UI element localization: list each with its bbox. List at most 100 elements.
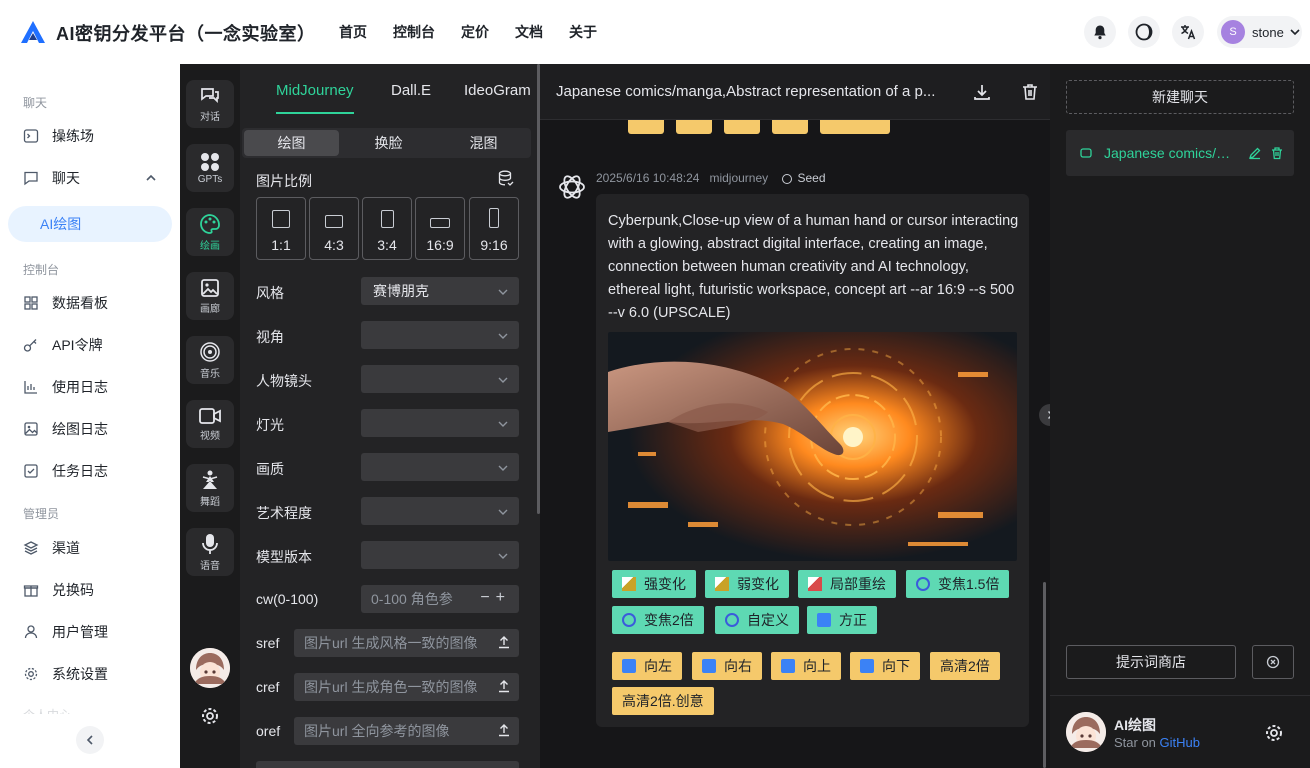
upload-icon[interactable] — [497, 679, 511, 693]
anime-avatar-icon — [190, 648, 230, 688]
sidebar-item-api-token[interactable]: API令牌 — [8, 327, 172, 363]
mode-faceswap[interactable]: 换脸 — [341, 128, 436, 158]
action-weak-variation[interactable]: 弱变化 — [705, 570, 789, 598]
action-pan-left[interactable]: 向左 — [612, 652, 682, 680]
action-make-square[interactable]: 方正 — [807, 606, 877, 634]
ratio-1-1[interactable]: 1:1 — [256, 197, 306, 260]
notification-button[interactable] — [1084, 16, 1116, 48]
rail-gallery[interactable]: 画廊 — [186, 272, 234, 320]
action-strong-variation[interactable]: 强变化 — [612, 570, 696, 598]
generated-image[interactable] — [608, 332, 1017, 561]
rail-music[interactable]: 音乐 — [186, 336, 234, 384]
chevron-down-icon — [498, 377, 508, 383]
rail-video[interactable]: 视频 — [186, 400, 234, 448]
video-camera-icon — [199, 407, 221, 424]
mode-switch: 绘图 换脸 混图 — [242, 128, 531, 158]
ratio-4-3[interactable]: 4:3 — [309, 197, 359, 260]
action-zoom-1-5x[interactable]: 变焦1.5倍 — [906, 570, 1010, 598]
cref-input[interactable]: 图片url 生成角色一致的图像 — [294, 673, 519, 701]
sidebar-item-ai-drawing[interactable]: AI绘图 — [8, 206, 172, 242]
sidebar-item-settings[interactable]: 系统设置 — [8, 656, 172, 692]
cw-input[interactable]: 0-100 角色参 −+ — [361, 585, 519, 613]
light-label: 灯光 — [256, 417, 284, 433]
sidebar-item-usage-log[interactable]: 使用日志 — [8, 369, 172, 405]
ratio-9-16[interactable]: 9:16 — [469, 197, 519, 260]
close-circle-icon — [1266, 655, 1280, 669]
stepper-minus-plus[interactable]: −+ — [480, 589, 511, 607]
ratio-shape — [430, 218, 450, 228]
action-custom-zoom[interactable]: 自定义 — [715, 606, 799, 634]
ratio-16-9[interactable]: 16:9 — [415, 197, 465, 260]
rail-drawing[interactable]: 绘画 — [186, 208, 234, 256]
magnifier-icon — [725, 613, 739, 627]
rail-voice[interactable]: 语音 — [186, 528, 234, 576]
nav-console[interactable]: 控制台 — [393, 22, 435, 42]
sidebar-item-task-log[interactable]: 任务日志 — [8, 453, 172, 489]
github-link[interactable]: GitHub — [1160, 735, 1200, 750]
action-pan-up[interactable]: 向上 — [771, 652, 841, 680]
upload-icon[interactable] — [497, 635, 511, 649]
trash-icon[interactable] — [1020, 82, 1040, 102]
new-chat-button[interactable]: 新建聊天 — [1066, 80, 1294, 114]
gear-icon[interactable] — [1264, 723, 1284, 743]
model-tabs: MidJourney Dall.E IdeoGram — [240, 64, 540, 120]
view-select[interactable] — [361, 321, 519, 349]
tab-midjourney[interactable]: MidJourney — [276, 82, 354, 99]
sref-input[interactable]: 图片url 生成风格一致的图像 — [294, 629, 519, 657]
sidebar-collapse-button[interactable] — [76, 726, 104, 754]
quality-select[interactable] — [361, 453, 519, 481]
square-arrows-icon — [817, 613, 831, 627]
conversation-item[interactable]: Japanese comics/manga,Abstract represent… — [1066, 130, 1294, 176]
sidebar-item-chat[interactable]: 聊天 — [8, 160, 172, 196]
nav-pricing[interactable]: 定价 — [461, 22, 489, 42]
edit-icon[interactable] — [1248, 146, 1262, 160]
sidebar-item-user-mgmt[interactable]: 用户管理 — [8, 614, 172, 650]
sidebar-item-dashboard[interactable]: 数据看板 — [8, 285, 172, 321]
nav-about[interactable]: 关于 — [569, 22, 597, 42]
top-bar: AI密钥分发平台（一念实验室） 首页 控制台 定价 文档 关于 S stone — [0, 0, 1310, 64]
rail-chat[interactable]: 对话 — [186, 80, 234, 128]
sidebar-item-channel[interactable]: 渠道 — [8, 530, 172, 566]
light-select[interactable] — [361, 409, 519, 437]
trash-icon[interactable] — [1270, 146, 1284, 160]
rail-dance[interactable]: 舞蹈 — [186, 464, 234, 512]
sidebar-item-redeem[interactable]: 兑换码 — [8, 572, 172, 608]
sidebar-item-playground[interactable]: 操练场 — [8, 118, 172, 154]
style-select[interactable]: 赛博朋克 — [361, 277, 519, 305]
ratio-3-4[interactable]: 3:4 — [362, 197, 412, 260]
action-pan-down[interactable]: 向下 — [850, 652, 920, 680]
palette-icon — [200, 213, 220, 234]
seed-button[interactable]: Seed — [798, 171, 826, 185]
language-button[interactable] — [1172, 16, 1204, 48]
clear-button[interactable] — [1252, 645, 1294, 679]
sidebar-item-draw-log[interactable]: 绘图日志 — [8, 411, 172, 447]
download-icon[interactable] — [972, 82, 992, 102]
nav-home[interactable]: 首页 — [339, 22, 367, 42]
mode-blend[interactable]: 混图 — [436, 128, 531, 158]
tab-dalle[interactable]: Dall.E — [391, 82, 431, 99]
chat-scrollbar[interactable] — [1043, 582, 1046, 768]
database-icon[interactable] — [498, 170, 514, 188]
mode-draw[interactable]: 绘图 — [244, 130, 339, 156]
art-select[interactable] — [361, 497, 519, 525]
version-select[interactable] — [361, 541, 519, 569]
upload-icon[interactable] — [497, 723, 511, 737]
quality-label: 画质 — [256, 461, 284, 477]
lens-select[interactable] — [361, 365, 519, 393]
nav-docs[interactable]: 文档 — [515, 22, 543, 42]
rail-gpts[interactable]: GPTs — [186, 144, 234, 192]
tab-ideogram[interactable]: IdeoGram — [464, 82, 531, 99]
user-menu[interactable]: S stone — [1217, 16, 1302, 48]
prompt-store-button[interactable]: 提示词商店 — [1066, 645, 1236, 679]
oref-input[interactable]: 图片url 全向参考的图像 — [294, 717, 519, 745]
action-pan-right[interactable]: 向右 — [692, 652, 762, 680]
action-upscale-2x[interactable]: 高清2倍 — [930, 652, 1000, 680]
theme-toggle-button[interactable] — [1128, 16, 1160, 48]
sidebar-item-label: 聊天 — [52, 170, 80, 186]
action-inpaint[interactable]: 局部重绘 — [798, 570, 896, 598]
avatar[interactable] — [190, 648, 230, 688]
microphone-icon — [202, 533, 218, 554]
gear-icon[interactable] — [200, 706, 220, 726]
action-upscale-2x-creative[interactable]: 高清2倍.创意 — [612, 687, 714, 715]
action-zoom-2x[interactable]: 变焦2倍 — [612, 606, 704, 634]
